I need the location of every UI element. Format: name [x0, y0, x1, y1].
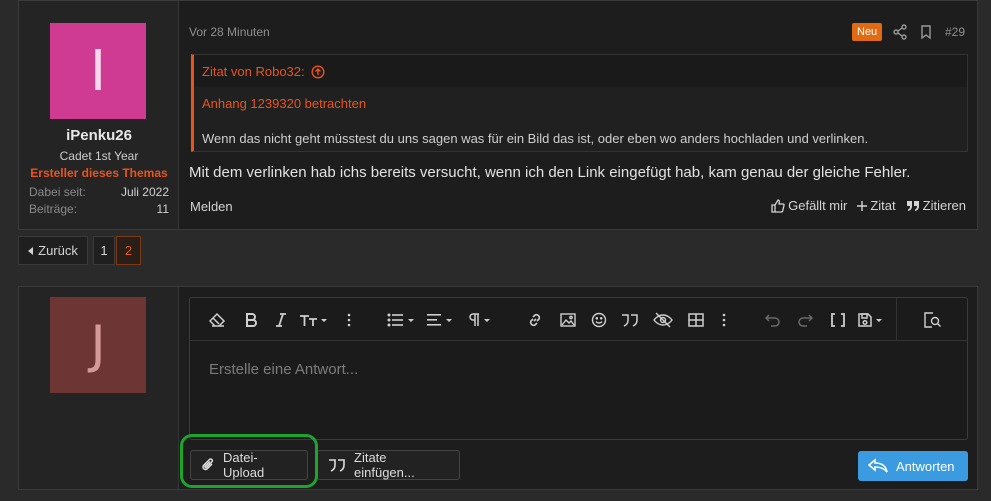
quote-marks-icon: [328, 458, 346, 472]
bbcode-brackets-icon[interactable]: [827, 309, 849, 331]
pagination-prev-label: Zurück: [38, 243, 78, 258]
quote-header[interactable]: Zitat von Robo32:: [202, 64, 325, 79]
report-link[interactable]: Melden: [190, 199, 233, 214]
arrow-up-circle-icon[interactable]: [311, 64, 325, 79]
submit-reply-label: Antworten: [896, 458, 955, 474]
avatar-letter: I: [89, 38, 107, 104]
align-dropdown[interactable]: [426, 309, 456, 331]
reply-text-area[interactable]: Erstelle eine Antwort...: [209, 361, 358, 378]
stat-joined: Dabei seit: Juli 2022: [29, 185, 169, 199]
like-label: Gefällt mir: [788, 198, 848, 213]
list-dropdown[interactable]: [386, 309, 418, 331]
post-number[interactable]: #29: [945, 25, 965, 39]
quote-author[interactable]: Zitat von Robo32:: [202, 64, 305, 79]
smiley-icon[interactable]: [588, 309, 610, 331]
quote-text: Wenn das nicht geht müsstest du uns sage…: [202, 131, 869, 146]
plus-icon: [857, 200, 868, 211]
stat-posts: Beiträge: 11: [29, 202, 169, 216]
editor-toolbar: [190, 298, 967, 341]
highlight-ring: [180, 434, 318, 488]
link-icon[interactable]: [524, 309, 546, 331]
bookmark-icon[interactable]: [917, 23, 935, 41]
submit-reply-button[interactable]: Antworten: [858, 451, 968, 481]
reply-container: J Erstelle eine Antwort... Datei-Upload …: [18, 286, 978, 490]
avatar[interactable]: J: [50, 297, 146, 393]
avatar-letter: J: [90, 315, 106, 375]
avatar[interactable]: I: [50, 23, 146, 119]
like-button[interactable]: Gefällt mir: [771, 198, 847, 213]
pagination-prev-button[interactable]: Zurück: [18, 236, 88, 265]
undo-icon[interactable]: [762, 309, 784, 331]
toolbar-divider: [896, 298, 897, 341]
thread-starter-badge: Ersteller dieses Themas: [30, 166, 168, 180]
reply-quote-button[interactable]: Zitieren: [906, 198, 966, 213]
stat-value: Juli 2022: [120, 185, 169, 199]
new-badge: Neu: [852, 23, 883, 41]
table-icon[interactable]: [685, 309, 707, 331]
font-size-dropdown[interactable]: [297, 309, 331, 331]
stat-value: 11: [156, 202, 169, 216]
quote-label: Zitat: [870, 198, 896, 213]
reply-user-panel: J: [19, 287, 179, 489]
quote-marks-icon: [906, 200, 920, 212]
stat-label: Beiträge:: [29, 202, 78, 216]
insert-quotes-button[interactable]: Zitate einfügen...: [317, 450, 460, 480]
draft-save-dropdown[interactable]: [857, 309, 887, 331]
quote-block: Zitat von Robo32: Anhang 1239320 betrach…: [191, 54, 968, 152]
post-actions: Gefällt mir Zitat Zitieren: [771, 198, 966, 213]
quote-button[interactable]: Zitat: [857, 198, 896, 213]
reply-editor: Erstelle eine Antwort...: [189, 297, 968, 440]
quote-marks-icon[interactable]: [619, 309, 641, 331]
more-vertical-icon[interactable]: [713, 309, 735, 331]
thumbs-up-icon: [771, 198, 785, 213]
chevron-left-icon: [28, 246, 34, 255]
eye-slash-icon[interactable]: [652, 309, 674, 331]
paragraph-dropdown[interactable]: [467, 309, 495, 331]
eraser-icon[interactable]: [207, 309, 229, 331]
preview-icon[interactable]: [921, 309, 943, 331]
post-container: I iPenku26 Cadet 1st Year Ersteller dies…: [18, 0, 978, 230]
bold-icon[interactable]: [240, 309, 262, 331]
user-info-panel: I iPenku26 Cadet 1st Year Ersteller dies…: [19, 1, 179, 229]
italic-icon[interactable]: [270, 309, 292, 331]
more-vertical-icon[interactable]: [338, 309, 360, 331]
post-time[interactable]: Vor 28 Minuten: [189, 25, 270, 39]
image-icon[interactable]: [557, 309, 579, 331]
post-message: Mit dem verlinken hab ichs bereits versu…: [189, 164, 911, 181]
username[interactable]: iPenku26: [19, 127, 179, 144]
pagination-page-1[interactable]: 1: [93, 236, 115, 265]
user-title: Cadet 1st Year: [59, 149, 139, 163]
insert-quotes-label: Zitate einfügen...: [354, 450, 415, 480]
share-icon[interactable]: [891, 23, 909, 41]
stat-label: Dabei seit:: [29, 185, 86, 199]
pagination-page-2-current[interactable]: 2: [116, 236, 141, 265]
reply-arrow-icon: [868, 458, 888, 474]
multiquote-label: Zitieren: [922, 198, 966, 213]
attachment-link[interactable]: Anhang 1239320 betrachten: [202, 96, 366, 111]
redo-icon[interactable]: [794, 309, 816, 331]
